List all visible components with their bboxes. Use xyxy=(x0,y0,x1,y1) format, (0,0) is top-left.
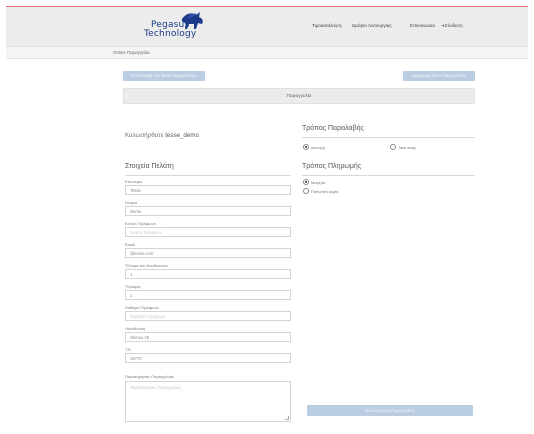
landline-field[interactable]: Σταθερό Τηλέφωνο xyxy=(125,311,291,321)
field-label-doorbell: *Όνομα του Κουδουνιού xyxy=(125,263,168,268)
delivery-radio-label: Διανομή xyxy=(311,146,325,150)
cash-radio[interactable] xyxy=(303,179,309,185)
field-label-address: *Διεύθυνση xyxy=(125,326,146,331)
first-name-field[interactable]: Demo xyxy=(125,206,291,216)
nav-price-list[interactable]: Τιμοκαταλογος xyxy=(312,23,342,28)
page: Pegasus Technology Τιμοκαταλογος Ωράριο … xyxy=(6,7,528,434)
apply-order-button[interactable]: Εφαρμογή όλων Παραγγελίας xyxy=(403,71,475,81)
delivery-radio[interactable] xyxy=(303,144,309,150)
nav-login-label: Σύνδεση xyxy=(444,23,463,28)
logo[interactable]: Pegasus Technology xyxy=(138,11,218,43)
doorbell-field[interactable]: 1 xyxy=(125,269,291,279)
field-label-email: Email xyxy=(125,242,136,247)
floor-field[interactable]: 1 xyxy=(125,290,291,300)
resize-handle[interactable] xyxy=(285,416,289,420)
submit-order-button[interactable]: Ολοκλήρωση Παραγγελίας xyxy=(307,405,473,416)
order-title: Παραγγελία xyxy=(286,94,312,99)
payment-divider xyxy=(302,175,475,176)
field-label-mobile: Κινητό Τηλέφωνο xyxy=(125,221,156,226)
delivery-divider xyxy=(302,137,475,138)
nav-hours[interactable]: Ωράριο Λειτουργίας xyxy=(352,23,392,28)
mobile-field[interactable]: Κινητό Τηλέφωνο xyxy=(125,227,291,237)
breadcrumb: Online Παραγγελία xyxy=(113,50,150,55)
comments-label: Παρατηρήσεις Παραγγελίας xyxy=(125,374,174,379)
last-name-field[interactable]: Tesse xyxy=(125,185,291,195)
logo-text: Pegasus Technology xyxy=(144,21,196,39)
breadcrumb-bar: Online Παραγγελία xyxy=(6,47,528,59)
field-label-first-name: Όνομα xyxy=(125,200,137,205)
welcome-line: Καλωσήρθατε tesse_demo xyxy=(125,132,199,139)
nav-login[interactable]: ➜Σύνδεση xyxy=(441,23,463,29)
cash-radio-label: Μετρητά xyxy=(311,181,326,185)
comments-textarea[interactable]: Παρατηρήσεις Παραγγελίας xyxy=(125,381,291,422)
takeaway-radio[interactable] xyxy=(390,144,396,150)
field-label-floor: *Όροφος xyxy=(125,284,141,289)
payment-heading: Τρόπος Πληρωμής xyxy=(302,163,362,170)
welcome-label: Καλωσήρθατε xyxy=(125,132,164,139)
delivery-heading: Τρόπος Παραλαβής xyxy=(302,125,364,132)
nav-contact[interactable]: Επικοινωνία xyxy=(410,23,435,28)
card-radio-label: Πιστωτική κάρτα xyxy=(311,190,339,194)
takeaway-radio-label: Take away xyxy=(398,146,416,150)
postal-code-field[interactable]: 15772 xyxy=(125,353,291,363)
field-label-landline: Σταθερό Τηλέφωνο xyxy=(125,305,159,310)
field-label-last-name: Επώνυμο xyxy=(125,179,143,184)
comments-placeholder: Παρατηρήσεις Παραγγελίας xyxy=(130,385,182,390)
email-field[interactable]: @tesse.com xyxy=(125,248,291,258)
order-title-bar: Παραγγελία xyxy=(123,88,475,104)
back-to-orders-button[interactable]: Επιστροφή στη λίστα Παραγγελιών xyxy=(123,71,205,81)
logo-line-2: Technology xyxy=(144,29,197,39)
customer-info-heading: Στοιχεία Πελάτη xyxy=(125,163,174,170)
field-label-postal-code: Τ.Κ. xyxy=(125,347,132,352)
header: Pegasus Technology Τιμοκαταλογος Ωράριο … xyxy=(6,7,528,47)
customer-info-divider xyxy=(125,175,291,176)
card-radio[interactable] xyxy=(303,188,309,194)
username: tesse_demo xyxy=(165,132,199,139)
address-field[interactable]: Olimou 26 xyxy=(125,332,291,342)
